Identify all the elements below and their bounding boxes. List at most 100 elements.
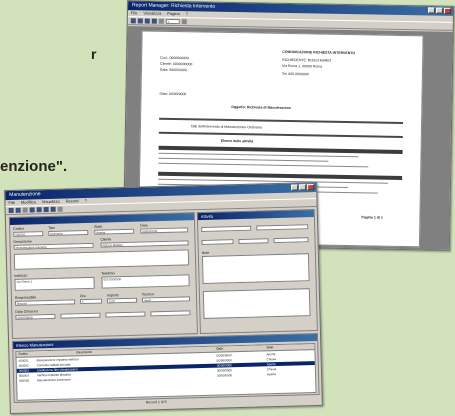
stato-field[interactable]: Aperta [94, 228, 135, 235]
extra-field-2[interactable] [105, 311, 146, 318]
side-panel-header: Attività [197, 210, 314, 221]
doc-section-1: Dati dell'intervento di Manutenzione Ord… [190, 124, 262, 130]
label-responsabile: Responsabile [14, 295, 37, 300]
page-number-field[interactable]: 1 [165, 18, 180, 25]
extra-field-3[interactable] [150, 310, 191, 317]
records-grid: Codice Descrizione Data Stato 000001 Man… [15, 343, 317, 401]
form-title: Manutenzione [9, 191, 41, 199]
last-record-icon[interactable] [50, 206, 56, 212]
cell-data: 00/00/0000 [216, 368, 232, 373]
doc-header-right-1: COMUNICAZIONE RICHIESTA INTERVENTO [282, 49, 356, 56]
tecnico-field[interactable]: Verdi [141, 296, 191, 303]
print-icon[interactable] [158, 18, 164, 24]
responsabile-field[interactable]: Bianchi [15, 299, 76, 306]
extra-field-1[interactable] [60, 312, 101, 319]
tipo-field[interactable]: Ordinaria [48, 229, 89, 236]
label-stato: Stato [94, 224, 103, 229]
side-field-4[interactable] [238, 238, 269, 245]
doc-header-left-1: Cod.: 0000000000 [160, 55, 190, 61]
doc-footer: Pagina 1 di 1 [361, 215, 383, 220]
delete-icon[interactable] [22, 207, 28, 213]
label-importo: Importo [106, 293, 119, 298]
doc-header-right-3: Via Roma 1, 00000 Roma [282, 63, 323, 69]
cell-codice: 000001 [18, 358, 29, 363]
doc-table1-row-3 [158, 162, 369, 168]
close-button[interactable] [307, 184, 315, 191]
notes-area[interactable] [13, 249, 190, 270]
telefono-field[interactable]: 000 0000000 [101, 274, 190, 289]
menu-item-record[interactable]: Record [66, 198, 79, 204]
prev-page-icon[interactable] [137, 18, 143, 24]
prev-record-icon[interactable] [36, 207, 42, 213]
maximize-button[interactable] [299, 184, 307, 191]
bg-text-1: r [91, 46, 97, 62]
indirizzo-field[interactable]: Via Roma 1 [14, 276, 95, 291]
grid-col-stato[interactable]: Stato [266, 345, 273, 350]
first-record-icon[interactable] [29, 207, 35, 213]
next-record-icon[interactable] [43, 206, 49, 213]
minimize-button[interactable] [291, 184, 299, 191]
side-panel: Attività Note [196, 209, 318, 335]
side-notes-area[interactable] [201, 253, 310, 284]
cell-stato: Aperta [266, 352, 276, 357]
doc-separator-2 [158, 131, 403, 138]
cell-codice: 000005 [19, 378, 30, 383]
menu-item-edit[interactable]: Modifica [21, 199, 36, 205]
minimize-button[interactable] [427, 7, 436, 14]
bg-text-2: enzione". [0, 158, 68, 175]
doc-header-right-2: RICHIEDENTE: ROSSI MARIO [282, 57, 332, 63]
codice-field[interactable]: 000001 [13, 231, 44, 237]
menu-item-file[interactable]: File [131, 10, 138, 16]
side-field-5[interactable] [273, 237, 309, 244]
doc-table1-row-2 [158, 157, 329, 162]
cell-codice: 000004 [18, 373, 30, 378]
doc-section-2: Elenco delle attività [220, 138, 254, 144]
menu-item-file[interactable]: File [8, 200, 15, 206]
descrizione-field[interactable]: Manutenzione impianto [13, 242, 94, 250]
cell-data: 00/00/0000 [216, 358, 232, 363]
first-page-icon[interactable] [130, 18, 136, 24]
zoom-icon[interactable] [181, 19, 187, 25]
doc-header-right-4: Tel. 000 0000000 [281, 71, 309, 77]
label-chiusura: Data Chiusura [15, 309, 38, 314]
cell-stato: Aperta [266, 372, 276, 377]
side-field-1[interactable] [201, 225, 252, 232]
doc-separator-1 [159, 117, 404, 124]
last-page-icon[interactable] [151, 18, 157, 24]
label-data: Data [140, 223, 148, 228]
cell-data: 00/00/0000 [216, 353, 232, 358]
save-icon[interactable] [15, 207, 21, 213]
label-ore: Ore [79, 294, 86, 299]
cell-stato: Chiusa [266, 367, 277, 372]
side-field-2[interactable] [256, 224, 309, 231]
label-descrizione: Descrizione [13, 239, 32, 244]
cell-stato: Chiusa [266, 357, 277, 362]
cell-descrizione: Manutenzione ascensore [37, 377, 71, 383]
print-icon[interactable] [57, 206, 63, 212]
cell-data: 00/00/0000 [216, 373, 233, 378]
grid-col-data[interactable]: Data [216, 346, 222, 351]
menu-item-help[interactable]: ? [85, 198, 87, 204]
label-note: Note [201, 250, 210, 255]
importo-field[interactable]: 0,00 [106, 297, 138, 304]
data-field[interactable]: 00/00/0000 [140, 227, 189, 234]
grid-col-codice[interactable]: Codice [18, 352, 27, 357]
side-field-3[interactable] [201, 239, 234, 245]
next-page-icon[interactable] [144, 18, 150, 24]
chiusura-field[interactable]: 00/00/0000 [15, 313, 56, 320]
cliente-field[interactable]: ROSSI MARIO [100, 240, 189, 248]
menu-item-help[interactable]: ? [186, 11, 188, 17]
side-notes-area-2[interactable] [202, 288, 311, 319]
menu-item-view[interactable]: Visualizza [143, 10, 161, 16]
ore-field[interactable]: 2 [80, 298, 103, 305]
label-telefono: Telefono [101, 271, 115, 276]
cell-codice: 000003 [18, 368, 29, 373]
maximize-button[interactable] [435, 7, 444, 14]
close-button[interactable] [443, 7, 452, 14]
menu-item-view[interactable]: Visualizza [42, 199, 60, 205]
form-window: Manutenzione File Modifica Visualizza Re… [4, 181, 323, 415]
new-record-icon[interactable] [8, 207, 14, 214]
grid-col-descrizione[interactable]: Descrizione [76, 350, 92, 355]
doc-table1-row-1 [158, 152, 359, 158]
menu-item-page[interactable]: Pagina [167, 11, 180, 17]
